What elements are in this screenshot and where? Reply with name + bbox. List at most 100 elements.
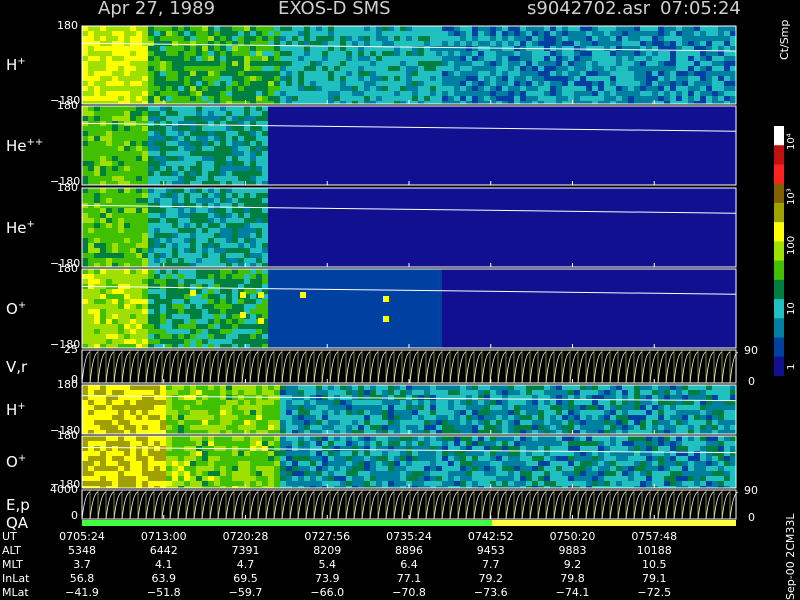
oplus-burst [190, 290, 196, 296]
y-tick-right-top: 90 [744, 484, 758, 497]
qa-segment-good [82, 520, 492, 526]
y-tick-right-bottom: 0 [748, 375, 755, 388]
footer-row-mlt: MLT 3.7 4.1 4.7 5.4 6.4 7.7 9.2 10.5 [0, 558, 770, 572]
footer-row-ut: UT 0705:24 0713:00 0720:28 0727:56 0735:24 074… [0, 530, 770, 544]
footer-value: 4.1 [155, 558, 173, 571]
footer-value: 79.1 [642, 572, 667, 585]
colorbar-swatch [774, 299, 784, 319]
panel-label-text: H [6, 400, 18, 419]
panel-label-sup: ++ [26, 136, 44, 148]
footer-value: 63.9 [151, 572, 177, 585]
panel-label-sup: + [17, 56, 26, 67]
panel-heatmap-6 [81, 436, 737, 488]
colorbar-tick: 1 [786, 363, 797, 370]
footer-value: −51.8 [146, 586, 181, 599]
oplus-burst [383, 296, 389, 302]
footer-row-inlat: InLat 56.8 63.9 69.5 73.9 77.1 79.2 79.8 79.1 [0, 572, 770, 586]
footer-value: −66.0 [310, 586, 345, 599]
oplus-burst [300, 292, 306, 298]
panel-heatmap-2 [81, 188, 737, 267]
panel-label-text: E,p [6, 495, 30, 514]
panel-label-text: H [6, 56, 18, 74]
footer-value: 0735:24 [386, 530, 432, 543]
footer-value: 7.7 [482, 558, 500, 571]
footer-value: 8209 [313, 544, 342, 557]
panel-label-sup: + [17, 299, 27, 311]
panel-label-3: O+ [6, 300, 26, 318]
footer-label: InLat [2, 572, 30, 585]
panel-heatmap-0 [81, 26, 737, 104]
footer-value: 0720:28 [222, 530, 269, 543]
footer-value: 9453 [476, 544, 505, 557]
footer-value: −74.1 [555, 586, 590, 599]
oplus-burst [383, 316, 389, 322]
y-tick-top: 180 [57, 19, 78, 32]
colorbar-swatch [774, 260, 784, 281]
footer-value: 8896 [395, 544, 423, 557]
footer-value: 0750:20 [549, 530, 596, 543]
panel-label-6: O+ [6, 453, 26, 471]
footer-value: 69.5 [233, 572, 258, 585]
panel-label-sup: + [26, 218, 35, 230]
y-tick-top: 25 [64, 343, 78, 356]
footer-value: 6.4 [400, 558, 418, 571]
colorbar-swatch [774, 356, 784, 376]
panel-lines-7 [81, 490, 739, 520]
colorbar-swatch [774, 202, 784, 223]
colorbar-swatch [774, 183, 784, 204]
footer-value: 6442 [149, 544, 178, 557]
footer-value: 3.7 [73, 558, 91, 571]
footer-value: 4.7 [236, 558, 255, 571]
panel-label-text: O [6, 453, 18, 471]
panel-label-sup: + [17, 400, 26, 412]
colorbar-swatch [774, 145, 784, 165]
footer-value: −73.6 [473, 586, 508, 599]
colorbar-swatch [774, 337, 784, 358]
footer-value: −72.5 [637, 586, 672, 599]
footer-label: ALT [2, 544, 21, 557]
y-tick-bottom: 0 [71, 509, 78, 522]
footer-value: 5.4 [318, 558, 337, 571]
y-tick-top: 4000 [50, 483, 78, 496]
colorbar-tick: 10 [786, 302, 797, 315]
footer-value: 9.2 [563, 558, 582, 571]
footer-value: −70.8 [392, 586, 426, 599]
panel-label-sup: + [17, 453, 27, 464]
panel-lines-4 [81, 350, 739, 384]
orbit-footer: UT 0705:24 0713:00 0720:28 0727:56 0735:24 074… [0, 530, 770, 600]
footer-value: 0757:48 [631, 530, 678, 543]
y-tick-top: 180 [57, 429, 78, 442]
footer-row-alt: ALT 5348 6442 7391 8209 8896 9453 9883 10188 [0, 544, 770, 558]
y-tick-top: 180 [57, 99, 78, 112]
colorbar-unit-label: Ct/Smp [778, 19, 791, 60]
colorbar-tick: 10³ [786, 188, 797, 205]
colorbar-swatch [774, 164, 784, 185]
footer-value: 0705:24 [59, 530, 105, 543]
colorbar-swatch [774, 318, 784, 339]
panel-heatmap-1 [81, 106, 737, 185]
panel-heatmap-3 [81, 269, 737, 348]
footer-value: 5348 [68, 544, 96, 557]
colorbar-tick: 100 [786, 235, 797, 255]
footer-value: 79.8 [560, 572, 585, 585]
panel-label-7: E,p [6, 496, 30, 514]
oplus-burst [258, 318, 264, 324]
footer-value: 9883 [558, 544, 587, 557]
panel-label-2: He+ [6, 219, 35, 237]
panel-label-text: V,r [6, 357, 28, 376]
panel-label-0: H+ [6, 56, 26, 74]
footer-value: 0713:00 [140, 530, 187, 543]
panel-label-5: H+ [6, 401, 26, 419]
panel-label-text: He [6, 218, 27, 237]
footer-label: MLT [2, 558, 23, 571]
y-tick-right-top: 90 [744, 344, 758, 357]
colorbar-swatch [774, 279, 784, 300]
colorbar-swatch [774, 222, 784, 242]
footer-value: 79.2 [478, 572, 504, 585]
panel-label-text: O [6, 299, 18, 318]
oplus-burst [258, 292, 264, 298]
footer-value: 0742:52 [467, 530, 514, 543]
y-tick-right-bottom: 0 [748, 511, 755, 524]
colorbar [774, 126, 784, 376]
y-tick-top: 180 [57, 181, 78, 194]
